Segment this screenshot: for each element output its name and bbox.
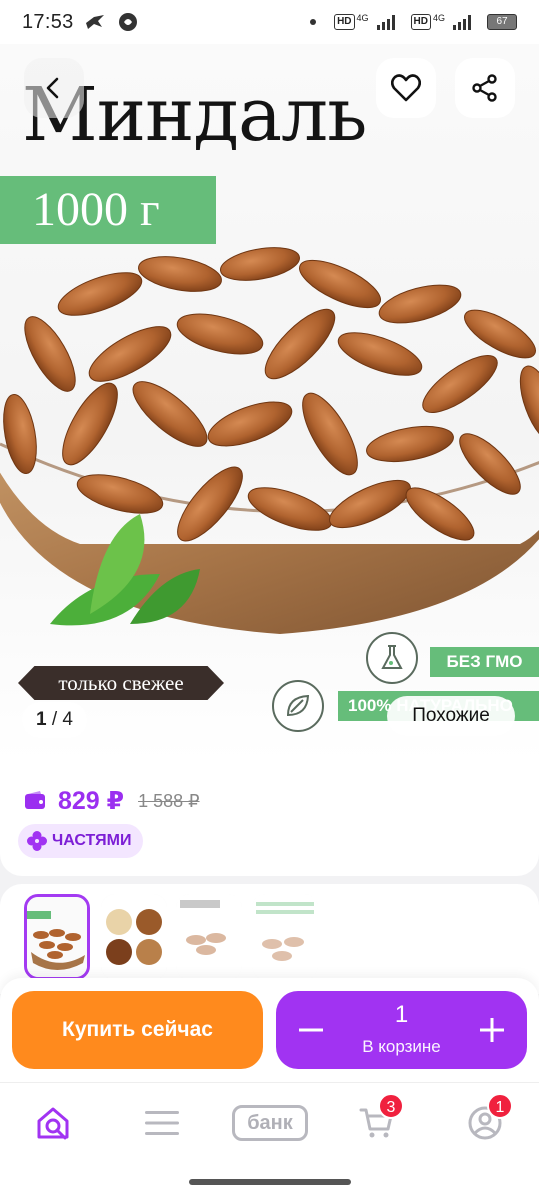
back-button[interactable]: [24, 58, 84, 118]
buy-now-button[interactable]: Купить сейчас: [12, 991, 263, 1069]
thumbnail[interactable]: [24, 894, 90, 980]
hd-icon-2: HD: [410, 14, 431, 30]
wallet-icon: [25, 791, 45, 809]
price-card: 829 ₽ 1 588 ₽ ЧАСТЯМИ: [0, 762, 539, 876]
status-time: 17:53: [22, 10, 74, 33]
heart-icon: [391, 74, 421, 102]
product-image-gallery[interactable]: Миндаль 1000 г только свежее БЕЗ ГМО 100…: [0, 44, 539, 762]
bird-icon: [85, 15, 104, 29]
similar-button[interactable]: Похожие: [387, 696, 515, 736]
notification-dot: [310, 19, 317, 25]
share-icon: [472, 74, 497, 102]
nav-cart[interactable]: 3: [346, 1093, 406, 1145]
bottom-navigation: банк 3 1: [0, 1082, 539, 1200]
increase-quantity-button[interactable]: [457, 991, 527, 1069]
home-indicator[interactable]: [189, 1179, 351, 1185]
cart-count-badge: 3: [378, 1093, 404, 1119]
installment-badge[interactable]: ЧАСТЯМИ: [18, 824, 144, 858]
screen: 17:53 HD 4G HD 4G 67 Миндаль 1000 г толь…: [0, 0, 539, 1200]
signal-icon-2: [453, 14, 471, 30]
price-old: 1 588 ₽: [138, 790, 200, 811]
price-current: 829 ₽: [58, 787, 125, 815]
share-button[interactable]: [455, 58, 515, 118]
thumbnail[interactable]: [101, 894, 167, 980]
network-type-left: 4G: [356, 13, 369, 23]
vpn-icon: [118, 13, 137, 31]
signal-icon: [376, 14, 395, 30]
leaves-icon: [50, 514, 200, 626]
fresh-ribbon: только свежее: [18, 666, 224, 700]
nav-catalog[interactable]: [132, 1101, 192, 1145]
image-counter-current: 1: [36, 709, 47, 730]
image-counter-total: 4: [62, 709, 73, 730]
chevron-left-icon: [46, 77, 59, 99]
image-counter: 1 / 4: [22, 702, 87, 738]
status-bar: 17:53 HD 4G HD 4G 67: [0, 0, 539, 44]
home-search-icon: [37, 1107, 69, 1140]
cart-stepper: 1 В корзине: [276, 991, 527, 1069]
network-type-right: 4G: [432, 13, 445, 23]
clover-icon: [27, 831, 47, 851]
badge-no-gmo: БЕЗ ГМО: [430, 647, 539, 677]
nav-bank[interactable]: банк: [231, 1101, 309, 1145]
leaf-icon: [272, 680, 324, 732]
battery-icon: 67: [487, 14, 517, 30]
installment-label: ЧАСТЯМИ: [52, 832, 132, 849]
action-bar: Купить сейчас 1 В корзине: [0, 978, 539, 1082]
hd-icon: HD: [334, 14, 355, 30]
thumbnail[interactable]: [252, 894, 318, 980]
flask-icon: [366, 632, 418, 684]
nav-home[interactable]: [24, 1101, 84, 1145]
bank-label: банк: [232, 1105, 308, 1141]
price-row: 829 ₽ 1 588 ₽: [24, 786, 200, 816]
thumbnail[interactable]: [176, 894, 242, 980]
favorite-button[interactable]: [376, 58, 436, 118]
nav-profile[interactable]: 1: [455, 1093, 515, 1145]
profile-count-badge: 1: [487, 1093, 513, 1119]
plus-icon: [480, 1018, 504, 1042]
menu-icon: [145, 1111, 179, 1135]
